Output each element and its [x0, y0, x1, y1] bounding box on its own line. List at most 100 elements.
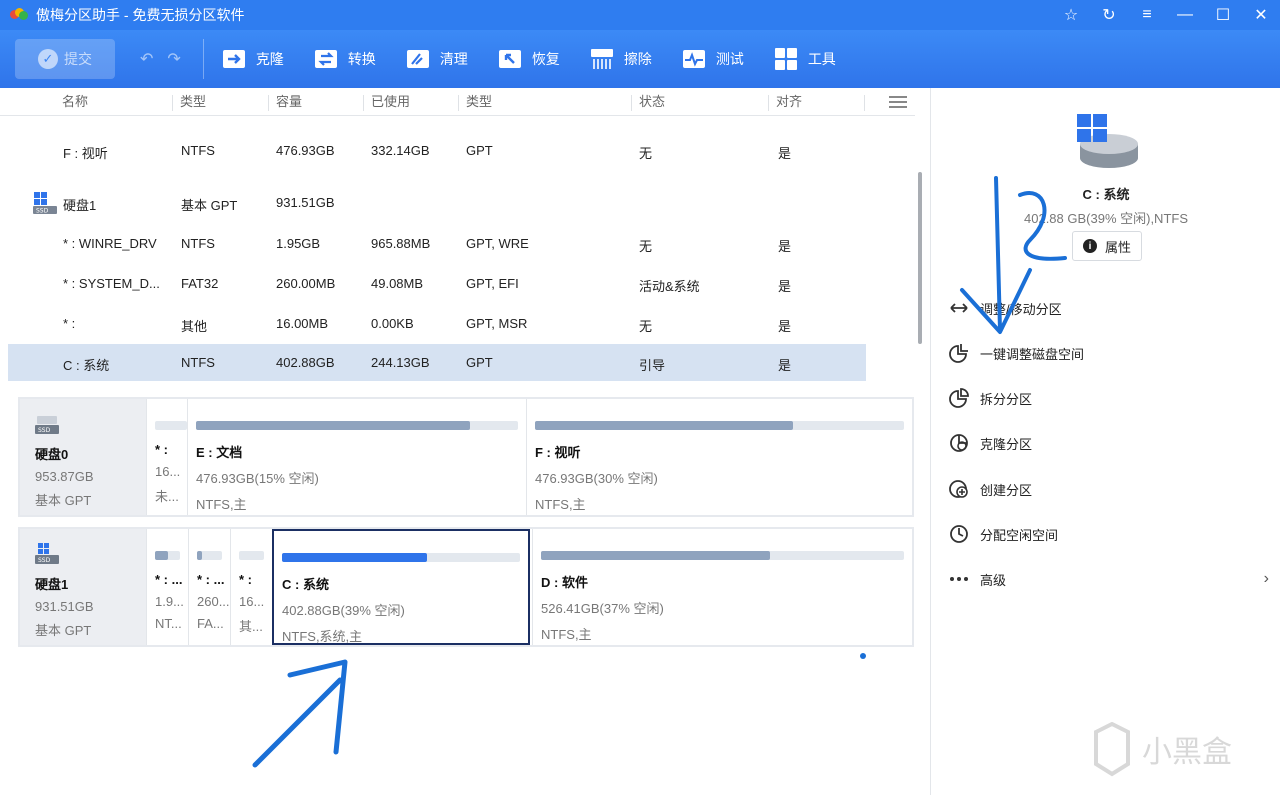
resize-arrows-icon — [950, 303, 968, 313]
partition-block[interactable]: D : 软件 526.41GB(37% 空闲) NTFS,主 — [532, 529, 912, 645]
cell-fs: NTFS — [181, 143, 215, 158]
undo-icon[interactable]: ↶ — [140, 49, 153, 69]
partition-block[interactable]: * : ... 260... FA... — [188, 529, 230, 645]
table-scrollbar[interactable] — [918, 172, 922, 344]
partition-block[interactable]: E : 文档 476.93GB(15% 空闲) NTFS,主 — [187, 399, 526, 515]
clone-tool-button[interactable]: 克隆 — [222, 47, 284, 71]
partition-size: 260... — [197, 594, 230, 609]
table-row[interactable]: * : WINRE_DRV NTFS 1.95GB 965.88MB GPT, … — [8, 225, 866, 262]
properties-button[interactable]: i 属性 — [1072, 231, 1142, 261]
column-header[interactable]: 已使用 — [363, 95, 410, 111]
column-header[interactable]: 类型 — [172, 95, 206, 111]
cell-fs: 基本 GPT — [181, 198, 238, 213]
cell-align: 是 — [778, 319, 792, 334]
partition-block[interactable]: * : 16... 其... — [230, 529, 272, 645]
test-tool-button[interactable]: 测试 — [682, 47, 744, 71]
usage-bar — [541, 551, 904, 560]
action-quick-adjust[interactable]: 一键调整磁盘空间 — [949, 342, 1084, 364]
cleanup-icon — [406, 50, 429, 68]
table-row[interactable]: F : 视听 NTFS 476.93GB 332.14GB GPT 无 是 — [8, 132, 866, 169]
selected-partition-info: 402.88 GB(39% 空闲),NTFS — [1024, 211, 1188, 226]
pie-adjust-icon — [949, 344, 968, 363]
column-header[interactable]: 名称 — [55, 95, 88, 111]
wipe-icon — [590, 49, 613, 69]
partition-block[interactable]: * : ... 1.9... NT... — [146, 529, 188, 645]
partition-fs: NT... — [155, 616, 182, 631]
table-row[interactable]: * : SYSTEM_D... FAT32 260.00MB 49.08MB G… — [8, 265, 866, 302]
allocate-clock-icon — [950, 525, 968, 543]
recover-tool-button[interactable]: 恢复 — [498, 47, 560, 71]
favorite-star-icon[interactable]: ☆ — [1052, 0, 1090, 30]
partition-block-selected[interactable]: C : 系统 402.88GB(39% 空闲) NTFS,系统,主 — [272, 529, 530, 645]
partition-fs: 其... — [239, 619, 263, 634]
close-icon[interactable]: ✕ — [1242, 0, 1280, 30]
cell-status: 无 — [639, 239, 653, 254]
tools-tool-button[interactable]: 工具 — [774, 47, 836, 71]
submit-button[interactable]: ✓ 提交 — [15, 39, 115, 79]
partition-size: 1.9... — [155, 594, 184, 609]
disk-info: SSD 硬盘0 953.87GB 基本 GPT — [20, 399, 146, 515]
cell-type: GPT, EFI — [466, 276, 519, 291]
cell-status: 无 — [639, 319, 653, 334]
partition-fs: NTFS,主 — [196, 497, 247, 512]
check-icon: ✓ — [38, 49, 58, 69]
cell-used: 244.13GB — [371, 355, 430, 370]
partition-block[interactable]: F : 视听 476.93GB(30% 空闲) NTFS,主 — [526, 399, 912, 515]
action-allocate-space[interactable]: 分配空闲空间 — [949, 523, 1058, 545]
cell-capacity: 931.51GB — [276, 195, 335, 210]
recover-icon — [498, 50, 521, 68]
cell-fs: NTFS — [181, 355, 215, 370]
wipe-tool-button[interactable]: 擦除 — [590, 47, 652, 71]
tool-label: 工具 — [807, 51, 836, 67]
cell-type: GPT, MSR — [466, 316, 528, 331]
column-header[interactable]: 对齐 — [768, 95, 802, 111]
action-label: 克隆分区 — [980, 436, 1033, 452]
watermark-logo: 小黑盒 — [1090, 721, 1250, 778]
maximize-icon[interactable]: ☐ — [1204, 0, 1242, 30]
cell-status: 活动&系统 — [639, 279, 700, 294]
partition-fs: NTFS,主 — [541, 627, 592, 642]
cell-name: F : 视听 — [63, 146, 108, 161]
refresh-icon[interactable]: ↻ — [1090, 0, 1128, 30]
cell-name: 硬盘1 — [63, 198, 97, 213]
action-clone-partition[interactable]: 克隆分区 — [949, 432, 1032, 454]
action-advanced[interactable]: 高级 › — [949, 568, 1279, 590]
redo-icon[interactable]: ↷ — [167, 49, 180, 69]
menu-icon[interactable]: ≡ — [1128, 0, 1166, 30]
action-split[interactable]: 拆分分区 — [949, 387, 1032, 409]
right-panel: C : 系统 402.88 GB(39% 空闲),NTFS i 属性 调整/移动… — [930, 88, 1280, 795]
tool-label: 转换 — [347, 51, 376, 67]
action-label: 高级 — [980, 572, 1007, 588]
table-row-selected[interactable]: C : 系统 NTFS 402.88GB 244.13GB GPT 引导 是 — [8, 344, 866, 381]
split-pie-icon — [949, 388, 969, 408]
partition-fs: FA... — [197, 616, 224, 631]
column-settings-icon[interactable] — [889, 96, 907, 108]
partition-name: D : 软件 — [541, 575, 588, 590]
cell-used: 49.08MB — [371, 276, 424, 291]
action-create-partition[interactable]: 创建分区 — [949, 478, 1032, 500]
table-row[interactable]: * : 其他 16.00MB 0.00KB GPT, MSR 无 是 — [8, 305, 866, 342]
column-header[interactable]: 类型 — [458, 95, 492, 111]
partition-block[interactable]: * : 16... 未... — [146, 399, 187, 515]
cell-type: GPT — [466, 355, 493, 370]
usage-bar — [155, 421, 187, 430]
disk-kind: 基本 GPT — [35, 493, 92, 508]
usage-bar — [155, 551, 180, 560]
disk-card-disk0[interactable]: SSD 硬盘0 953.87GB 基本 GPT * : 16... 未... E… — [18, 397, 914, 517]
ssd-disk-icon: SSD — [35, 416, 59, 434]
column-header[interactable]: 容量 — [268, 95, 302, 111]
minimize-icon[interactable]: — — [1166, 0, 1204, 30]
cell-name: * : WINRE_DRV — [63, 236, 157, 251]
toolbar: ✓ 提交 ↶ ↷ 克隆 转换 清理 恢复 擦除 测试 工具 — [0, 30, 1280, 88]
usage-bar — [239, 551, 264, 560]
column-header[interactable]: 状态 — [631, 95, 665, 111]
chevron-right-icon: › — [1263, 570, 1269, 587]
watermark-text: 小黑盒 — [1142, 735, 1232, 770]
tools-grid-icon — [774, 48, 797, 70]
table-disk-row[interactable]: SSD 硬盘1 基本 GPT 931.51GB — [8, 184, 866, 221]
toolbar-divider — [202, 39, 204, 79]
disk-card-disk1[interactable]: SSD 硬盘1 931.51GB 基本 GPT * : ... 1.9... N… — [18, 527, 914, 647]
convert-tool-button[interactable]: 转换 — [314, 47, 376, 71]
cleanup-tool-button[interactable]: 清理 — [406, 47, 468, 71]
action-resize-move[interactable]: 调整/移动分区 — [949, 297, 1062, 319]
